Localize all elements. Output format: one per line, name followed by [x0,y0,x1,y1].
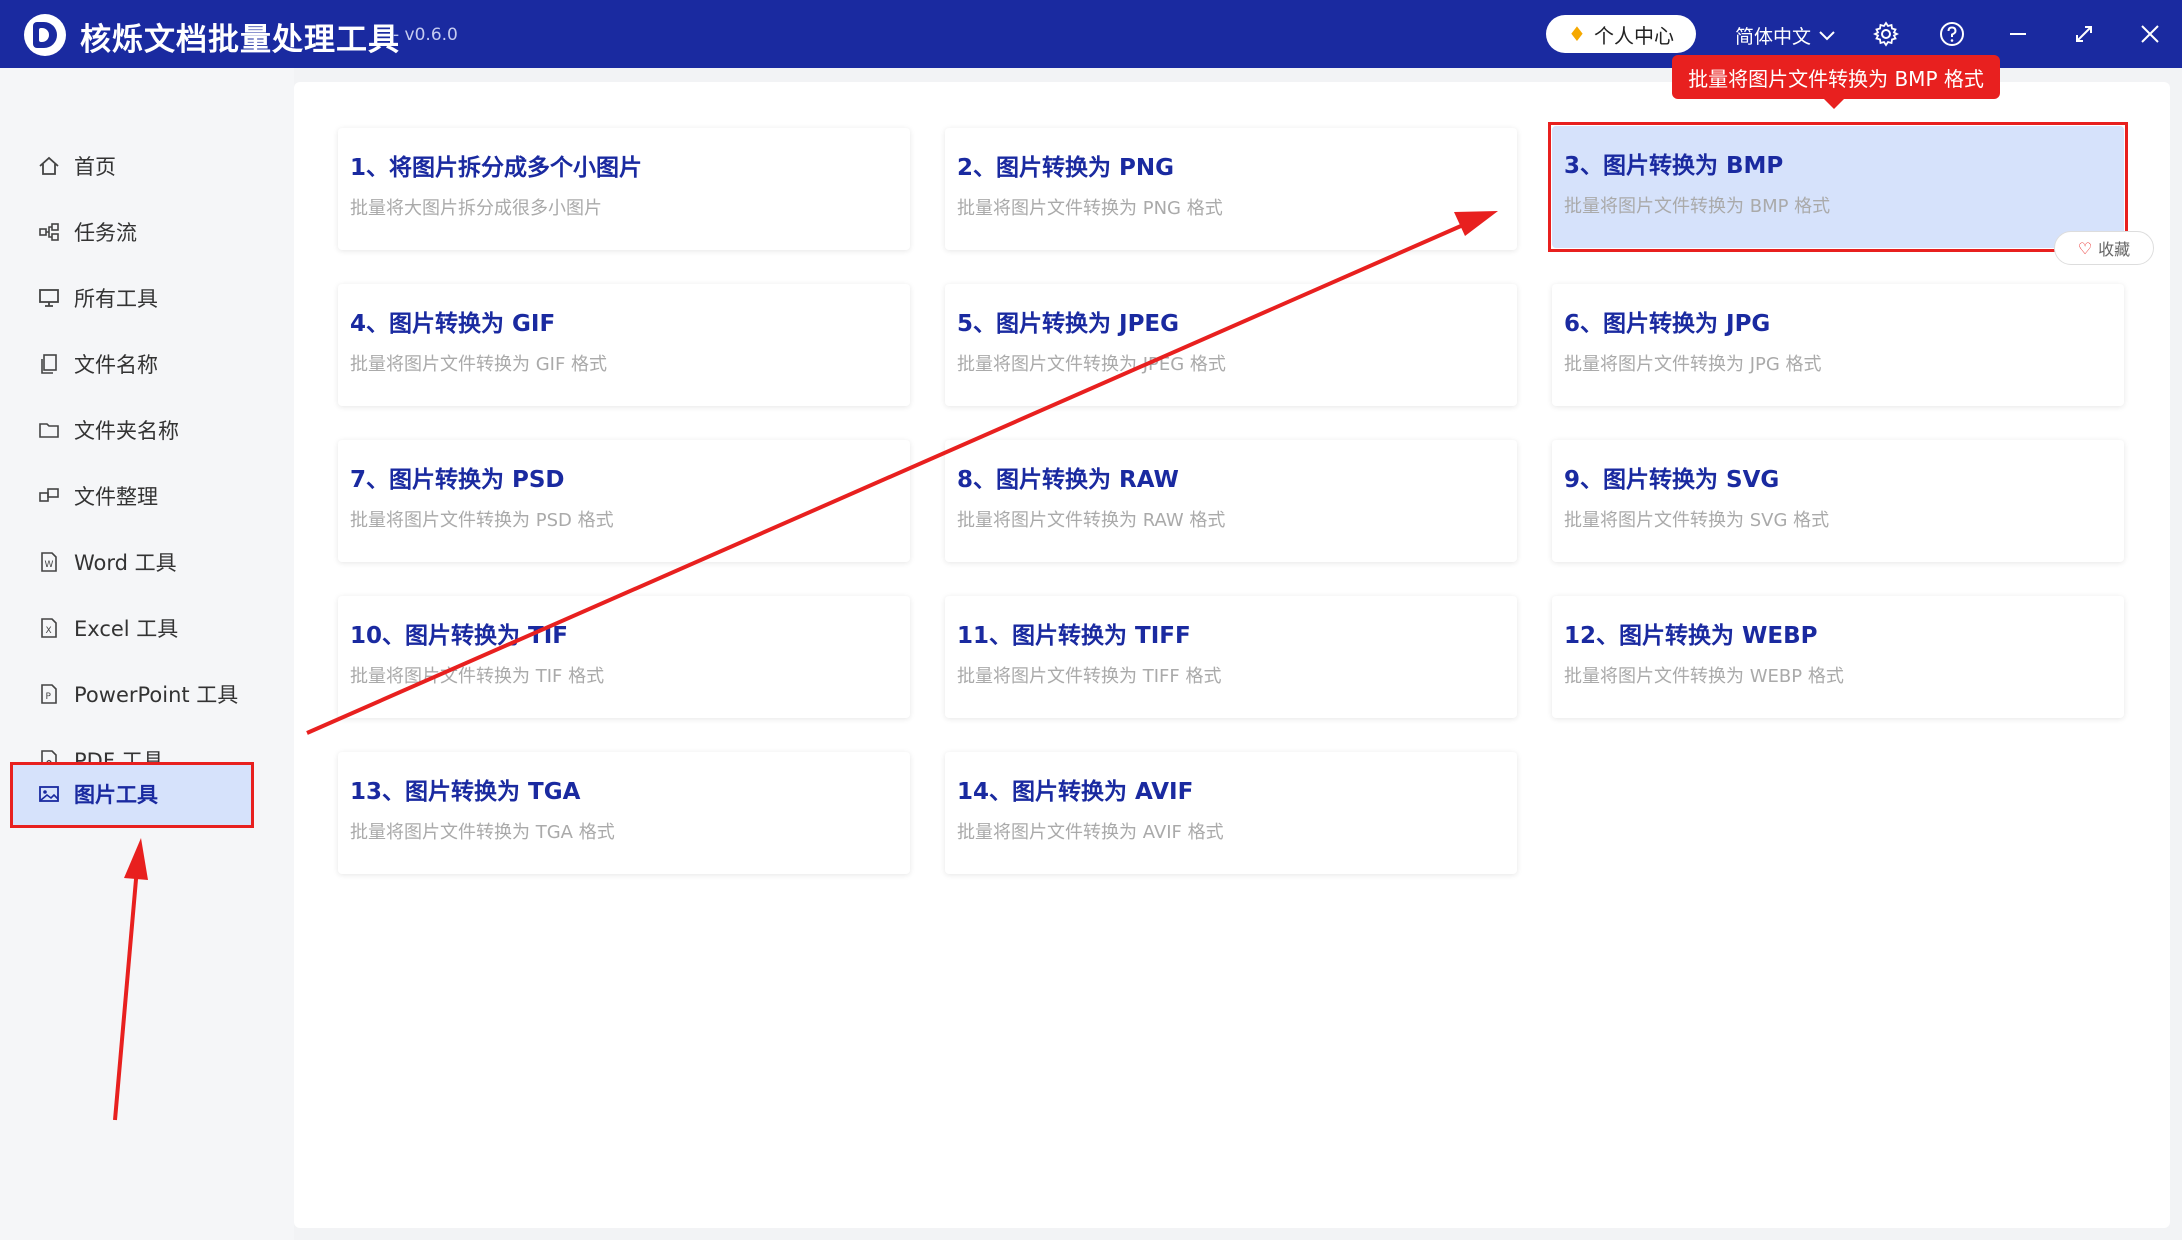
tool-card-desc: 批量将图片文件转换为 JPG 格式 [1564,354,1822,375]
powerpoint-icon: P [38,683,60,705]
tool-card-title: 12、图片转换为 WEBP [1564,623,1818,649]
sidebar-item-label: Word 工具 [74,551,177,575]
tool-card-title: 7、图片转换为 PSD [350,467,565,493]
svg-text:W: W [45,560,54,570]
app-title: 核烁文档批量处理工具 [80,22,400,58]
favorite-button[interactable]: ♡ 收藏 [2054,231,2154,265]
tool-card-to-png[interactable]: 2、图片转换为 PNG 批量将图片文件转换为 PNG 格式 [945,128,1517,250]
sidebar: 首页 任务流 所有工具 文件名称 文件夹名称 文件整理 W Word 工具 X … [0,68,294,1240]
tool-card-to-jpeg[interactable]: 5、图片转换为 JPEG 批量将图片文件转换为 JPEG 格式 [945,284,1517,406]
help-icon[interactable] [1936,18,1968,50]
app-logo-icon [24,14,66,56]
tool-card-to-webp[interactable]: 12、图片转换为 WEBP 批量将图片文件转换为 WEBP 格式 [1552,596,2124,718]
workflow-icon [38,221,60,243]
language-select[interactable]: 简体中文 [1735,22,1835,49]
sidebar-item-powerpoint-tools[interactable]: P PowerPoint 工具 [10,663,254,725]
home-icon [38,155,60,177]
annotation-frame-bmp [1548,122,2128,252]
sidebar-item-label: Excel 工具 [74,617,179,641]
sidebar-item-label: 文件名称 [74,353,158,377]
sidebar-item-workflow[interactable]: 任务流 [10,201,254,263]
tool-card-title: 13、图片转换为 TGA [350,779,581,805]
sidebar-item-home[interactable]: 首页 [10,135,254,197]
tool-card-to-raw[interactable]: 8、图片转换为 RAW 批量将图片文件转换为 RAW 格式 [945,440,1517,562]
monitor-icon [38,287,60,309]
folder-icon [38,419,60,441]
chevron-down-icon [1819,30,1835,40]
tool-card-to-tga[interactable]: 13、图片转换为 TGA 批量将图片文件转换为 TGA 格式 [338,752,910,874]
sidebar-item-file-organize[interactable]: 文件整理 [10,465,254,527]
tool-card-title: 11、图片转换为 TIFF [957,623,1191,649]
tool-card-to-tiff[interactable]: 11、图片转换为 TIFF 批量将图片文件转换为 TIFF 格式 [945,596,1517,718]
tool-card-split-image[interactable]: 1、将图片拆分成多个小图片 批量将大图片拆分成很多小图片 [338,128,910,250]
language-label: 简体中文 [1735,26,1812,48]
tool-card-title: 6、图片转换为 JPG [1564,311,1771,337]
tool-card-to-gif[interactable]: 4、图片转换为 GIF 批量将图片文件转换为 GIF 格式 [338,284,910,406]
tool-card-to-svg[interactable]: 9、图片转换为 SVG 批量将图片文件转换为 SVG 格式 [1552,440,2124,562]
favorite-label: 收藏 [2098,240,2131,259]
tool-card-to-avif[interactable]: 14、图片转换为 AVIF 批量将图片文件转换为 AVIF 格式 [945,752,1517,874]
tool-card-to-jpg[interactable]: 6、图片转换为 JPG 批量将图片文件转换为 JPG 格式 [1552,284,2124,406]
sidebar-item-label: 任务流 [74,221,137,245]
tool-card-title: 14、图片转换为 AVIF [957,779,1194,805]
tool-card-desc: 批量将图片文件转换为 PNG 格式 [957,198,1223,219]
sidebar-item-label: PowerPoint 工具 [74,683,239,707]
tool-card-desc: 批量将图片文件转换为 WEBP 格式 [1564,666,1844,687]
tool-card-title: 5、图片转换为 JPEG [957,311,1180,337]
sidebar-item-all-tools[interactable]: 所有工具 [10,267,254,329]
minimize-icon[interactable] [2002,18,2034,50]
tool-card-desc: 批量将图片文件转换为 TIFF 格式 [957,666,1222,687]
tool-card-desc: 批量将图片文件转换为 SVG 格式 [1564,510,1830,531]
heart-icon: ♡ [2077,238,2093,258]
excel-icon: X [38,617,60,639]
tool-card-desc: 批量将图片文件转换为 RAW 格式 [957,510,1226,531]
tooltip: 批量将图片文件转换为 BMP 格式 [1672,55,2000,109]
organize-icon [38,485,60,507]
tool-card-desc: 批量将图片文件转换为 AVIF 格式 [957,822,1224,843]
user-center-label: 个人中心 [1593,23,1674,48]
annotation-frame-sidebar [10,762,254,828]
sidebar-item-file-name[interactable]: 文件名称 [10,333,254,395]
tool-card-desc: 批量将图片文件转换为 GIF 格式 [350,354,608,375]
tool-card-desc: 批量将图片文件转换为 JPEG 格式 [957,354,1226,375]
app-version: - v0.6.0 [393,25,458,45]
close-icon[interactable] [2134,18,2166,50]
sidebar-item-label: 文件整理 [74,485,158,509]
tool-card-title: 1、将图片拆分成多个小图片 [350,155,643,181]
tool-card-to-psd[interactable]: 7、图片转换为 PSD 批量将图片文件转换为 PSD 格式 [338,440,910,562]
tool-card-title: 9、图片转换为 SVG [1564,467,1780,493]
svg-text:P: P [46,692,52,702]
sidebar-item-label: 所有工具 [74,287,158,311]
sidebar-item-excel-tools[interactable]: X Excel 工具 [10,597,254,659]
diamond-icon: ♦ [1568,22,1586,46]
tool-card-title: 2、图片转换为 PNG [957,155,1174,181]
tool-card-desc: 批量将图片文件转换为 TGA 格式 [350,822,615,843]
file-copy-icon [38,353,60,375]
svg-text:X: X [46,626,52,636]
user-center-button[interactable]: ♦ 个人中心 [1546,15,1696,53]
settings-gear-icon[interactable] [1870,18,1902,50]
tool-card-desc: 批量将图片文件转换为 PSD 格式 [350,510,614,531]
sidebar-item-word-tools[interactable]: W Word 工具 [10,531,254,593]
tool-card-desc: 批量将大图片拆分成很多小图片 [350,198,602,219]
tool-card-title: 10、图片转换为 TIF [350,623,568,649]
tool-card-title: 8、图片转换为 RAW [957,467,1179,493]
maximize-icon[interactable] [2068,18,2100,50]
word-icon: W [38,551,60,573]
sidebar-item-label: 首页 [74,155,116,179]
tool-card-to-tif[interactable]: 10、图片转换为 TIF 批量将图片文件转换为 TIF 格式 [338,596,910,718]
sidebar-item-folder-name[interactable]: 文件夹名称 [10,399,254,461]
tool-card-title: 4、图片转换为 GIF [350,311,556,337]
tool-card-desc: 批量将图片文件转换为 TIF 格式 [350,666,605,687]
sidebar-item-label: 文件夹名称 [74,419,179,443]
